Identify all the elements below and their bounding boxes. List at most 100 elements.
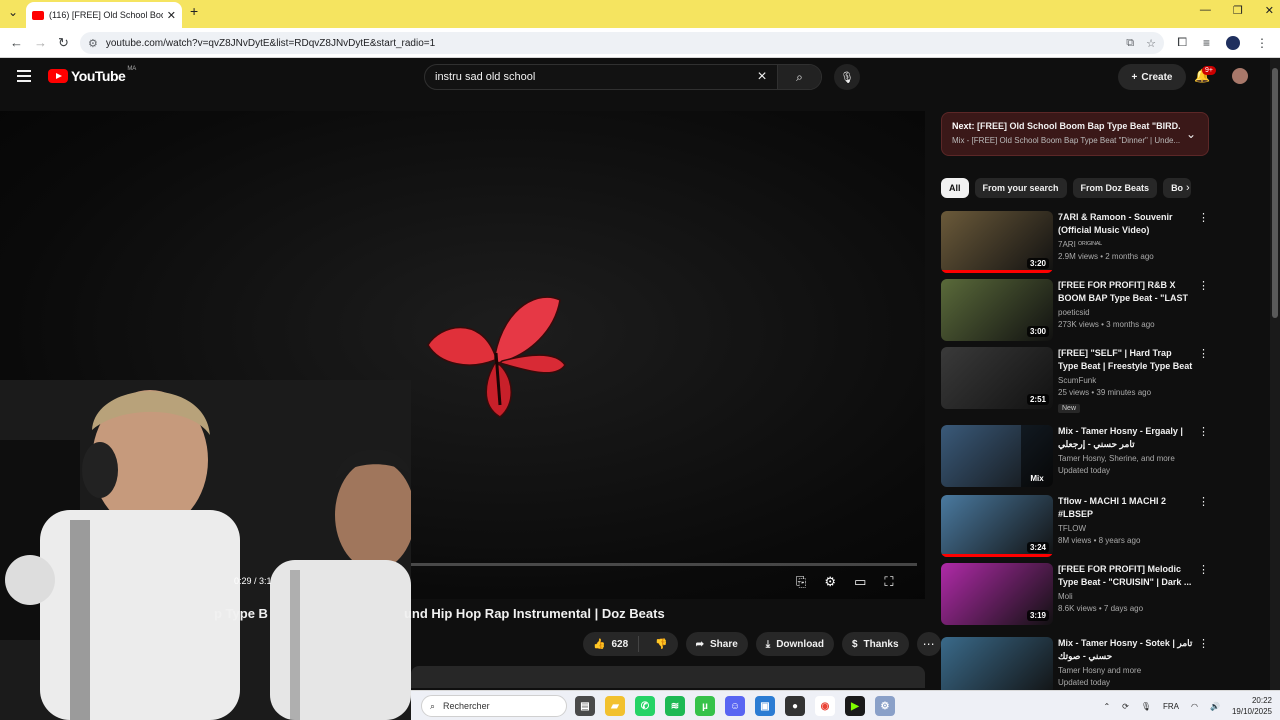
playlist-next-panel[interactable]: Next: [FREE] Old School Boom Bap Type Be… — [941, 112, 1209, 156]
thanks-button[interactable]: $ Thanks — [841, 632, 909, 656]
guide-menu-icon[interactable] — [17, 70, 31, 82]
recommendation-title[interactable]: [FREE FOR PROFIT] Melodic Type Beat - "C… — [1058, 563, 1193, 589]
recommendation-title[interactable]: Mix - Tamer Hosny - Ergaaly | تامر حسني … — [1058, 425, 1193, 451]
subtitles-icon[interactable]: ⎘ — [796, 574, 806, 590]
spotify-icon[interactable]: ≋ — [665, 696, 685, 716]
recommendation-title[interactable]: Tflow - MACHI 1 MACHI 2 #LBSEP — [1058, 495, 1193, 521]
bookmark-star-icon[interactable]: ☆ — [1146, 37, 1156, 50]
dislike-button[interactable]: 👎 — [645, 639, 677, 650]
terminal-app-icon[interactable]: ▶ — [845, 696, 865, 716]
like-button[interactable]: 👍 628 — [583, 636, 640, 652]
discord-icon[interactable]: ☺ — [725, 696, 745, 716]
language-indicator[interactable]: FRA — [1163, 702, 1179, 711]
download-button[interactable]: ⤓ Download — [755, 632, 834, 656]
taskbar-clock[interactable]: 20:22 19/10/2025 — [1232, 695, 1272, 717]
recommendation-title[interactable]: [FREE] "SELF" | Hard Trap Type Beat | Fr… — [1058, 347, 1193, 373]
search-input[interactable]: instru sad old school — [425, 71, 747, 83]
search-button[interactable]: ⌕ — [777, 65, 821, 89]
settings-gear-icon[interactable]: ⚙ — [824, 574, 836, 590]
chip-from-your-search[interactable]: From your search — [974, 178, 1067, 198]
video-thumbnail[interactable]: 3:20 — [941, 211, 1053, 273]
chip-from-doz-beats[interactable]: From Doz Beats — [1072, 178, 1158, 198]
video-thumbnail[interactable]: 2:51 — [941, 347, 1053, 409]
sync-icon[interactable]: ⟳ — [1122, 702, 1129, 711]
restore-icon[interactable]: ❐ — [1233, 4, 1243, 17]
youtube-masthead: YouTube MA instru sad old school × ⌕ 🎙 +… — [0, 58, 1270, 98]
reload-icon[interactable]: ↻ — [58, 35, 69, 51]
new-tab-icon[interactable]: + — [190, 3, 198, 19]
tab-search-icon[interactable]: ⌄ — [8, 5, 18, 19]
clock-date: 19/10/2025 — [1231, 707, 1272, 716]
voice-search-button[interactable]: 🎙 — [834, 64, 860, 90]
video-thumbnail[interactable]: 3:24 — [941, 495, 1053, 557]
more-vert-icon[interactable]: ⋮ — [1198, 637, 1209, 650]
scrollbar-thumb[interactable] — [1272, 68, 1278, 318]
browser-menu-icon[interactable]: ⋮ — [1256, 36, 1268, 50]
extensions-puzzle-icon[interactable]: ⧠ — [1177, 35, 1187, 50]
more-actions-button[interactable]: ⋯ — [916, 632, 941, 656]
chip-all[interactable]: All — [941, 178, 969, 198]
media-queue-icon[interactable]: ≡ — [1203, 36, 1210, 50]
duration-badge: 3:20 — [1026, 258, 1049, 269]
recommendation-title[interactable]: Mix - Tamer Hosny - Sotek | تامر حسني - … — [1058, 637, 1193, 663]
create-button[interactable]: + Create — [1118, 64, 1186, 90]
wifi-icon[interactable]: ◠ — [1191, 702, 1198, 711]
address-bar[interactable]: ⚙ youtube.com/watch?v=qvZ8JNvDytE&list=R… — [80, 32, 1164, 54]
chrome-icon[interactable]: ◉ — [815, 696, 835, 716]
taskbar-search[interactable]: ⌕ Rechercher — [421, 695, 567, 717]
recommendation-title[interactable]: [FREE FOR PROFIT] R&B X BOOM BAP Type Be… — [1058, 279, 1193, 305]
more-vert-icon[interactable]: ⋮ — [1198, 425, 1209, 438]
more-vert-icon[interactable]: ⋮ — [1198, 279, 1209, 292]
recommendation-item[interactable]: Mix Mix - Tamer Hosny - Ergaaly | تامر حس… — [941, 425, 1211, 489]
tray-overflow-icon[interactable]: ⌃ — [1103, 702, 1110, 711]
more-vert-icon[interactable]: ⋮ — [1198, 347, 1209, 360]
browser-tab[interactable]: (116) [FREE] Old School Boom Bap Type Be… — [26, 2, 182, 28]
task-view-icon[interactable]: ▤ — [575, 696, 595, 716]
chevron-down-icon[interactable]: ⌄ — [1186, 127, 1196, 141]
minimize-icon[interactable]: — — [1200, 4, 1211, 17]
recommendation-channel[interactable]: Tamer Hosny, Sherine, and more — [1058, 454, 1193, 463]
youtube-logo[interactable]: YouTube MA — [48, 66, 136, 84]
video-thumbnail[interactable]: 3:00 — [941, 279, 1053, 341]
recommendation-channel[interactable]: Tamer Hosny and more — [1058, 666, 1193, 675]
site-info-icon[interactable]: ⚙ — [88, 37, 98, 50]
more-vert-icon[interactable]: ⋮ — [1198, 563, 1209, 576]
microphone-tray-icon[interactable]: 🎙 — [1141, 702, 1151, 711]
chevron-right-icon[interactable]: › — [1186, 182, 1190, 194]
file-explorer-icon[interactable]: ▰ — [605, 696, 625, 716]
recommendation-channel[interactable]: Moli — [1058, 592, 1193, 601]
share-button[interactable]: ➦ Share — [685, 632, 748, 656]
recommendation-item[interactable]: 3:00 [FREE FOR PROFIT] R&B X BOOM BAP Typ… — [941, 279, 1211, 343]
recommendation-title[interactable]: 7ARI & Ramoon - Souvenir (Official Music… — [1058, 211, 1193, 237]
account-avatar[interactable] — [1232, 68, 1248, 84]
settings-gear-icon[interactable]: ⚙ — [875, 696, 895, 716]
description-box[interactable] — [411, 666, 925, 688]
more-vert-icon[interactable]: ⋮ — [1198, 495, 1209, 508]
obs-icon[interactable]: ● — [785, 696, 805, 716]
profile-avatar-icon[interactable] — [1226, 35, 1240, 50]
theater-mode-icon[interactable]: ▭ — [854, 574, 866, 590]
whatsapp-icon[interactable]: ✆ — [635, 696, 655, 716]
back-arrow-icon[interactable]: ← — [10, 35, 23, 50]
page-scrollbar[interactable] — [1270, 58, 1280, 690]
tab-close-icon[interactable]: ✕ — [167, 9, 176, 22]
fullscreen-icon[interactable]: ⛶ — [884, 574, 893, 590]
recommendation-item[interactable]: 3:24 Tflow - MACHI 1 MACHI 2 #LBSEP TFLOW 8… — [941, 495, 1211, 559]
more-vert-icon[interactable]: ⋮ — [1198, 211, 1209, 224]
recommendation-channel[interactable]: ScumFunk — [1058, 376, 1193, 385]
recommendation-item[interactable]: 3:20 7ARI & Ramoon - Souvenir (Official M… — [941, 211, 1211, 275]
forward-arrow-icon[interactable]: → — [34, 35, 47, 50]
utorrent-icon[interactable]: µ — [695, 696, 715, 716]
recommendation-channel[interactable]: poeticsid — [1058, 308, 1193, 317]
photos-app-icon[interactable]: ▣ — [755, 696, 775, 716]
recommendation-channel[interactable]: TFLOW — [1058, 524, 1193, 533]
recommendation-item[interactable]: 2:51 [FREE] "SELF" | Hard Trap Type Beat … — [941, 347, 1211, 413]
video-thumbnail[interactable]: 3:19 — [941, 563, 1053, 625]
recommendation-item[interactable]: 3:19 [FREE FOR PROFIT] Melodic Type Beat … — [941, 563, 1211, 627]
window-close-icon[interactable]: ✕ — [1265, 4, 1274, 17]
video-thumbnail[interactable]: Mix — [941, 425, 1053, 487]
volume-icon[interactable]: 🔊 — [1210, 702, 1220, 711]
install-app-icon[interactable]: ⧉ — [1126, 37, 1134, 50]
clear-search-icon[interactable]: × — [747, 68, 777, 86]
recommendation-channel[interactable]: 7ARI ᴼᴿᴵᴳᴵᴺᴬᴸ — [1058, 240, 1193, 249]
